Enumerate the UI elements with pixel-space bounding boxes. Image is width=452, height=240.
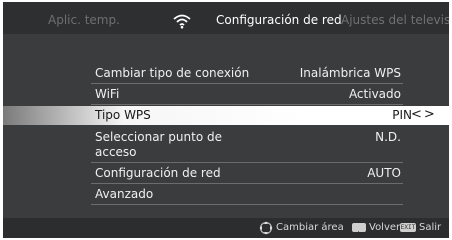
dpad-icon — [259, 221, 273, 235]
exit-key-icon: EXIT — [400, 223, 416, 232]
setting-label: WiFi — [95, 87, 120, 101]
wifi-icon — [173, 14, 191, 29]
tab-ajustes-del-televisor[interactable]: Ajustes del televisor — [341, 13, 449, 27]
setting-row-connection-type[interactable]: Cambiar tipo de conexión Inalámbrica WPS — [91, 64, 403, 84]
back-key-icon — [352, 223, 366, 236]
setting-value: Inalámbrica WPS — [299, 66, 401, 80]
setting-value: Activado — [348, 87, 401, 101]
setting-row-advanced[interactable]: Avanzado — [91, 185, 403, 205]
hint-volver: Volver — [369, 222, 401, 233]
tv-settings-screen: Aplic. temp. Configuración de red Ajuste… — [3, 2, 449, 238]
setting-row-access-point[interactable]: Seleccionar punto de acceso N.D. — [91, 128, 403, 163]
category-tab-bar: Aplic. temp. Configuración de red Ajuste… — [3, 2, 449, 34]
network-settings-list: Cambiar tipo de conexión Inalámbrica WPS… — [3, 34, 449, 218]
tab-aplic-temp[interactable]: Aplic. temp. — [48, 13, 120, 27]
setting-label: Seleccionar punto de acceso — [95, 130, 222, 159]
key-hint-bar: Cambiar área Volver EXIT Salir — [3, 218, 449, 238]
setting-label: Configuración de red — [95, 166, 221, 180]
setting-label: Cambiar tipo de conexión — [95, 66, 250, 80]
setting-label: Tipo WPS — [95, 108, 151, 122]
setting-value: N.D. — [375, 130, 401, 144]
hint-salir: Salir — [419, 222, 442, 233]
setting-value: PIN — [392, 108, 412, 122]
setting-value: AUTO — [367, 166, 401, 180]
setting-row-wifi[interactable]: WiFi Activado — [91, 85, 403, 105]
hint-cambiar-area: Cambiar área — [276, 222, 344, 233]
setting-row-wps-type-selected[interactable]: Tipo WPS PIN <> — [3, 106, 449, 125]
setting-label: Avanzado — [95, 187, 154, 201]
tab-configuracion-de-red[interactable]: Configuración de red — [216, 13, 342, 27]
setting-row-network-config[interactable]: Configuración de red AUTO — [91, 164, 403, 184]
left-right-arrows-icon[interactable]: <> — [411, 107, 437, 122]
